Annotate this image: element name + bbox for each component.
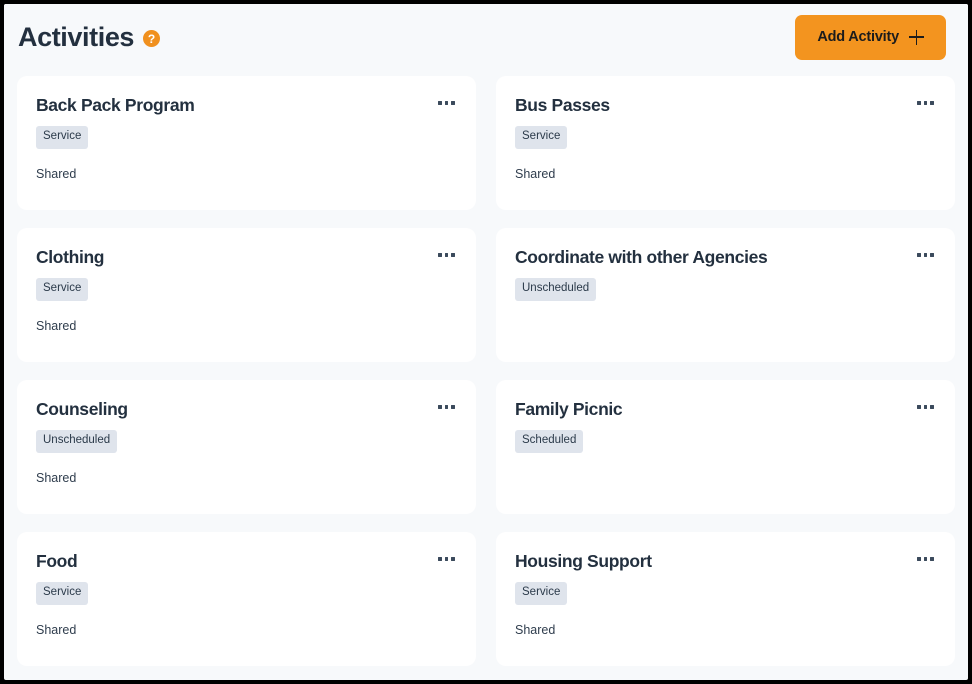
activity-card[interactable]: Family Picnic Scheduled [496, 380, 955, 514]
menu-dot [444, 557, 449, 561]
activity-title: Clothing [36, 247, 105, 267]
shared-label: Shared [36, 622, 77, 637]
activity-card[interactable]: Back Pack Program Service Shared [17, 76, 476, 210]
page-header: Activities ? Add Activity [4, 4, 968, 70]
status-badge: Service [36, 126, 89, 149]
menu-dot [923, 557, 928, 561]
activity-title: Family Picnic [515, 399, 623, 419]
activity-card[interactable]: Counseling Unscheduled Shared [17, 380, 476, 514]
add-activity-label: Add Activity [817, 29, 899, 45]
menu-dot [444, 405, 449, 409]
activity-title: Food [36, 551, 78, 571]
menu-dot [451, 405, 455, 409]
page-title: Activities [18, 21, 135, 52]
status-badge: Service [36, 278, 89, 301]
shared-label: Shared [36, 470, 77, 485]
card-header-row: Bus Passes [515, 95, 936, 115]
activity-title: Housing Support [515, 551, 652, 571]
help-circle-icon[interactable]: ? [143, 30, 161, 47]
shared-label: Shared [515, 166, 556, 181]
status-badge: Service [36, 582, 89, 605]
status-badge: Service [515, 126, 568, 149]
card-header-row: Family Picnic [515, 399, 936, 419]
ellipsis-horizontal-icon[interactable] [907, 95, 936, 107]
menu-dot [930, 557, 934, 561]
menu-dot [444, 253, 449, 257]
card-header-row: Back Pack Program [36, 95, 457, 115]
menu-dot [438, 101, 442, 105]
ellipsis-horizontal-icon[interactable] [907, 247, 936, 259]
menu-dot [438, 405, 442, 409]
status-badge: Scheduled [515, 430, 584, 453]
activity-title: Bus Passes [515, 95, 610, 115]
card-header-row: Housing Support [515, 551, 936, 571]
menu-dot [451, 101, 455, 105]
menu-dot [930, 101, 934, 105]
shared-label: Shared [36, 166, 77, 181]
card-header-row: Coordinate with other Agencies [515, 247, 936, 267]
menu-dot [451, 253, 455, 257]
ellipsis-horizontal-icon[interactable] [428, 399, 457, 411]
menu-dot [923, 405, 928, 409]
activity-card[interactable]: Bus Passes Service Shared [496, 76, 955, 210]
menu-dot [917, 253, 921, 257]
menu-dot [917, 557, 921, 561]
menu-dot [930, 253, 934, 257]
card-header-row: Counseling [36, 399, 457, 419]
shared-label: Shared [36, 318, 77, 333]
card-header-row: Clothing [36, 247, 457, 267]
plus-icon [909, 29, 924, 45]
activity-card[interactable]: Housing Support Service Shared [496, 532, 955, 666]
activity-title: Back Pack Program [36, 95, 195, 115]
menu-dot [451, 557, 455, 561]
menu-dot [917, 101, 921, 105]
menu-dot [930, 405, 934, 409]
activity-card[interactable]: Food Service Shared [17, 532, 476, 666]
shared-label: Shared [515, 622, 556, 637]
menu-dot [923, 101, 928, 105]
activity-card[interactable]: Coordinate with other Agencies Unschedule… [496, 228, 955, 362]
card-header-row: Food [36, 551, 457, 571]
menu-dot [444, 101, 449, 105]
title-group: Activities ? [18, 21, 161, 52]
menu-dot [438, 557, 442, 561]
status-badge: Unscheduled [515, 278, 597, 301]
ellipsis-horizontal-icon[interactable] [907, 551, 936, 563]
ellipsis-horizontal-icon[interactable] [907, 399, 936, 411]
status-badge: Service [515, 582, 568, 605]
ellipsis-horizontal-icon[interactable] [428, 95, 457, 107]
add-activity-button[interactable]: Add Activity [795, 14, 946, 60]
menu-dot [917, 405, 921, 409]
activity-title: Coordinate with other Agencies [515, 247, 768, 267]
ellipsis-horizontal-icon[interactable] [428, 247, 457, 259]
ellipsis-horizontal-icon[interactable] [428, 551, 457, 563]
activity-title: Counseling [36, 399, 128, 419]
status-badge: Unscheduled [36, 430, 118, 453]
app-screen: Activities ? Add Activity Back Pack Prog… [4, 4, 968, 680]
menu-dot [438, 253, 442, 257]
activities-grid: Back Pack Program Service Shared Bus Passes… [4, 70, 968, 666]
activity-card[interactable]: Clothing Service Shared [17, 228, 476, 362]
menu-dot [923, 253, 928, 257]
